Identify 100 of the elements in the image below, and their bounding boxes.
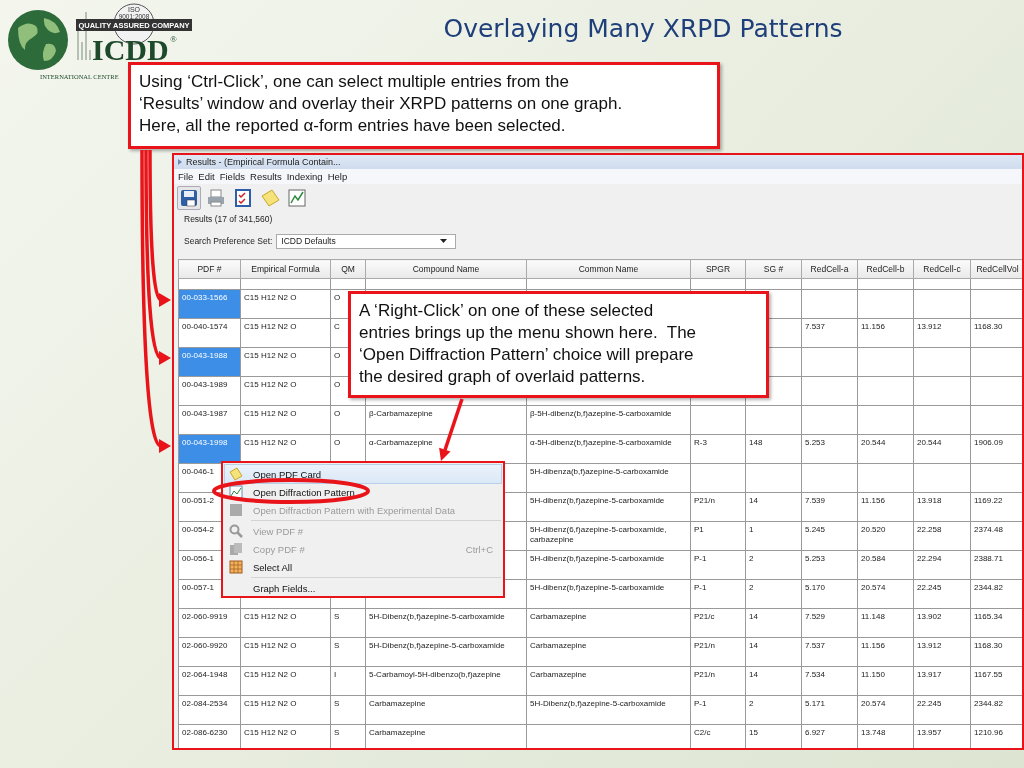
- column-header[interactable]: RedCell-a: [801, 259, 858, 279]
- grid-icon: [229, 560, 243, 574]
- table-cell: 7.537: [801, 637, 858, 667]
- column-header[interactable]: Common Name: [526, 259, 691, 279]
- table-cell: 14: [745, 637, 802, 667]
- table-cell[interactable]: 02-064-1948: [178, 666, 241, 696]
- table-cell[interactable]: 02-060-9919: [178, 608, 241, 638]
- table-cell: 5H-dibenz(6,f)azepine-5-carboxamide, carbazepine: [526, 521, 691, 551]
- table-cell: 5.171: [801, 695, 858, 725]
- menu-item[interactable]: Fields: [219, 171, 246, 182]
- field-label: Search Preference Set:: [184, 236, 273, 246]
- table-cell[interactable]: 02-060-9920: [178, 637, 241, 667]
- table-cell: C15 H12 N2 O: [240, 666, 331, 696]
- table-cell: 11.150: [857, 666, 914, 696]
- registered-mark: ®: [170, 34, 177, 44]
- table-cell: C15 H12 N2 O: [240, 637, 331, 667]
- column-header[interactable]: QM: [330, 259, 366, 279]
- table-cell: 5H-Dibenz(b,f)azepine-5-carboxamide: [365, 637, 527, 667]
- preference-dropdown[interactable]: ICDD Defaults: [276, 233, 457, 249]
- table-cell: 13.912: [913, 637, 971, 667]
- table-cell: S: [330, 637, 366, 667]
- column-header[interactable]: Empirical Formula: [240, 259, 331, 279]
- table-cell: 5.253: [801, 434, 858, 464]
- table-cell: 2: [745, 579, 802, 609]
- table-cell: 5-Carbamoyl-5H-dibenzo(b,f)azepine: [365, 666, 527, 696]
- table-cell: P-1: [690, 695, 746, 725]
- table-cell: 5.170: [801, 579, 858, 609]
- menu-item[interactable]: Results: [250, 171, 282, 182]
- save-icon[interactable]: [177, 186, 201, 210]
- menu-item[interactable]: Help: [327, 171, 348, 182]
- copy-icon: [229, 542, 243, 556]
- table-cell: β-Carbamazepine: [365, 405, 527, 435]
- table-cell[interactable]: 02-086-6230: [178, 724, 241, 748]
- table-cell: 22.258: [913, 521, 971, 551]
- column-header[interactable]: SPGR: [690, 259, 746, 279]
- table-cell: 14: [745, 666, 802, 696]
- table-cell: 7.537: [801, 318, 858, 348]
- menu-item[interactable]: Indexing: [286, 171, 323, 182]
- table-cell: 1: [745, 521, 802, 551]
- table-cell: 13.917: [913, 666, 971, 696]
- window-title: Results - (Empirical Formula Contain...: [186, 157, 341, 167]
- table-cell: I: [330, 666, 366, 696]
- table-cell: 5H-dibenza(b,f)azepine-5-carboxamide: [526, 463, 691, 493]
- table-cell: 5H-dibenz(b,f)azepine-5-carboxamide: [526, 579, 691, 609]
- table-cell: 11.156: [857, 318, 914, 348]
- table-cell: 20.584: [857, 550, 914, 580]
- table-cell: 5.245: [801, 521, 858, 551]
- column-header[interactable]: PDF #: [178, 259, 241, 279]
- column-header[interactable]: RedCell-b: [857, 259, 914, 279]
- table-cell: 2: [745, 550, 802, 580]
- note-icon: [229, 467, 243, 481]
- table-cell: 11.148: [857, 608, 914, 638]
- search-icon: [229, 524, 243, 538]
- table-cell: P21/c: [690, 608, 746, 638]
- table-cell: S: [330, 608, 366, 638]
- table-cell: R-3: [690, 434, 746, 464]
- table-cell: C15 H12 N2 O: [240, 347, 331, 377]
- table-cell: 14: [745, 608, 802, 638]
- menu-item[interactable]: Edit: [198, 171, 215, 182]
- table-cell: C15 H12 N2 O: [240, 608, 331, 638]
- column-header[interactable]: SG #: [745, 259, 802, 279]
- table-cell: C15 H12 N2 O: [240, 405, 331, 435]
- table-cell: 20.544: [857, 434, 914, 464]
- table-cell: 2: [745, 695, 802, 725]
- table-cell: α-5H-dibenz(b,f)azepine-5-carboxamide: [526, 434, 691, 464]
- table-cell[interactable]: 00-040-1574: [178, 318, 241, 348]
- table-cell: β-5H-dibenz(b,f)azepine-5-carboxamide: [526, 405, 691, 435]
- table-cell: 7.539: [801, 492, 858, 522]
- table-cell: 22.294: [913, 550, 971, 580]
- table-cell: P1: [690, 521, 746, 551]
- table-cell: C15 H12 N2 O: [240, 376, 331, 406]
- table-cell: Carbamazepine: [526, 666, 691, 696]
- table-cell: P21/n: [690, 492, 746, 522]
- table-cell: 13.918: [913, 492, 971, 522]
- table-cell: P21/n: [690, 637, 746, 667]
- column-header[interactable]: Compound Name: [365, 259, 527, 279]
- table-cell: 5H-Dibenz(b,f)azepine-5-carboxamide: [365, 608, 527, 638]
- table-cell: S: [330, 695, 366, 725]
- table-cell: C15 H12 N2 O: [240, 318, 331, 348]
- column-header[interactable]: RedCellVol: [970, 259, 1022, 279]
- table-cell: 13.902: [913, 608, 971, 638]
- table-cell: 20.544: [913, 434, 971, 464]
- table-cell: 20.574: [857, 579, 914, 609]
- table-cell: O: [330, 405, 366, 435]
- menu-item[interactable]: Open PDF Card: [225, 465, 501, 483]
- table-cell: 148: [745, 434, 802, 464]
- globe-icon: [8, 10, 68, 70]
- table-cell[interactable]: 00-043-1987: [178, 405, 241, 435]
- table-cell: 20.574: [857, 695, 914, 725]
- table-cell: P21/n: [690, 666, 746, 696]
- table-cell: 7.534: [801, 666, 858, 696]
- table-cell[interactable]: 02-084-2534: [178, 695, 241, 725]
- menu-item[interactable]: File: [178, 171, 194, 182]
- column-header[interactable]: RedCell-c: [913, 259, 971, 279]
- table-cell[interactable]: 00-043-1989: [178, 376, 241, 406]
- table-cell: 13.912: [913, 318, 971, 348]
- table-cell: 5H-Dibenz(b,f)azepine-5-carboxamide: [526, 695, 691, 725]
- caret-icon: [440, 239, 448, 243]
- table-cell: 14: [745, 492, 802, 522]
- slide-title: Overlaying Many XRPD Patterns: [443, 14, 843, 43]
